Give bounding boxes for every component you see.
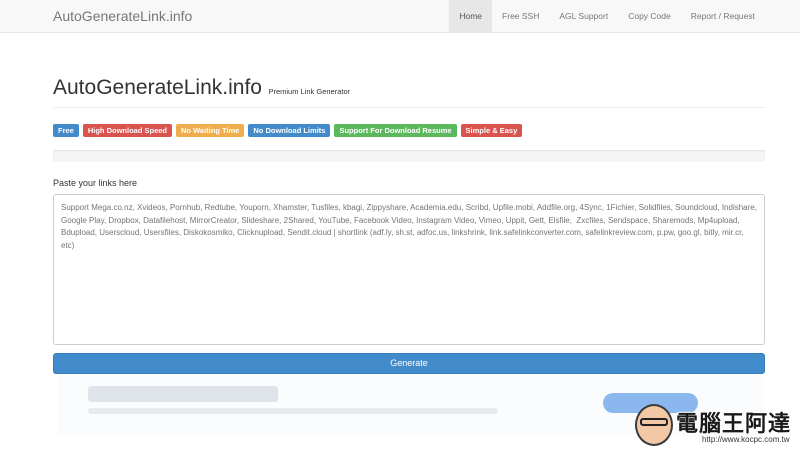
label-high-download-speed: High Download Speed — [82, 124, 173, 137]
brand-link[interactable]: AutoGenerateLink.info — [53, 8, 192, 24]
label-download-resume: Support For Download Resume — [334, 124, 457, 137]
watermark-text: 電腦王阿達 — [676, 412, 792, 437]
watermark-url: http://www.kocpc.com.tw — [702, 435, 790, 444]
navbar: AutoGenerateLink.info Home Free SSH AGL … — [0, 0, 800, 33]
page-header: AutoGenerateLink.info Premium Link Gener… — [53, 76, 765, 108]
label-free: Free — [53, 124, 79, 137]
page-subtitle: Premium Link Generator — [268, 87, 351, 96]
glasses-icon — [640, 418, 668, 426]
ad-title-placeholder — [88, 386, 278, 402]
nav-item-copy-code[interactable]: Copy Code — [618, 0, 681, 33]
nav-item-free-ssh[interactable]: Free SSH — [492, 0, 549, 33]
nav-menu: Home Free SSH AGL Support Copy Code Repo… — [449, 0, 765, 33]
links-textarea[interactable] — [53, 194, 765, 345]
nav-item-report-request[interactable]: Report / Request — [681, 0, 765, 33]
ad-text-placeholder — [88, 408, 498, 414]
generate-button[interactable]: Generate — [53, 353, 765, 374]
label-no-waiting-time: No Waiting Time — [176, 124, 245, 137]
nav-item-agl-support[interactable]: AGL Support — [549, 0, 618, 33]
progress-bar — [53, 150, 765, 162]
nav-item-home[interactable]: Home — [449, 0, 493, 33]
paste-links-label: Paste your links here — [53, 178, 138, 188]
watermark-logo: 電腦王阿達 http://www.kocpc.com.tw — [630, 400, 800, 450]
page-title: AutoGenerateLink.info — [53, 76, 262, 99]
label-no-download-limits: No Download Limits — [248, 124, 331, 137]
feature-labels: Free High Download Speed No Waiting Time… — [53, 124, 523, 137]
label-simple-easy: Simple & Easy — [460, 124, 523, 137]
